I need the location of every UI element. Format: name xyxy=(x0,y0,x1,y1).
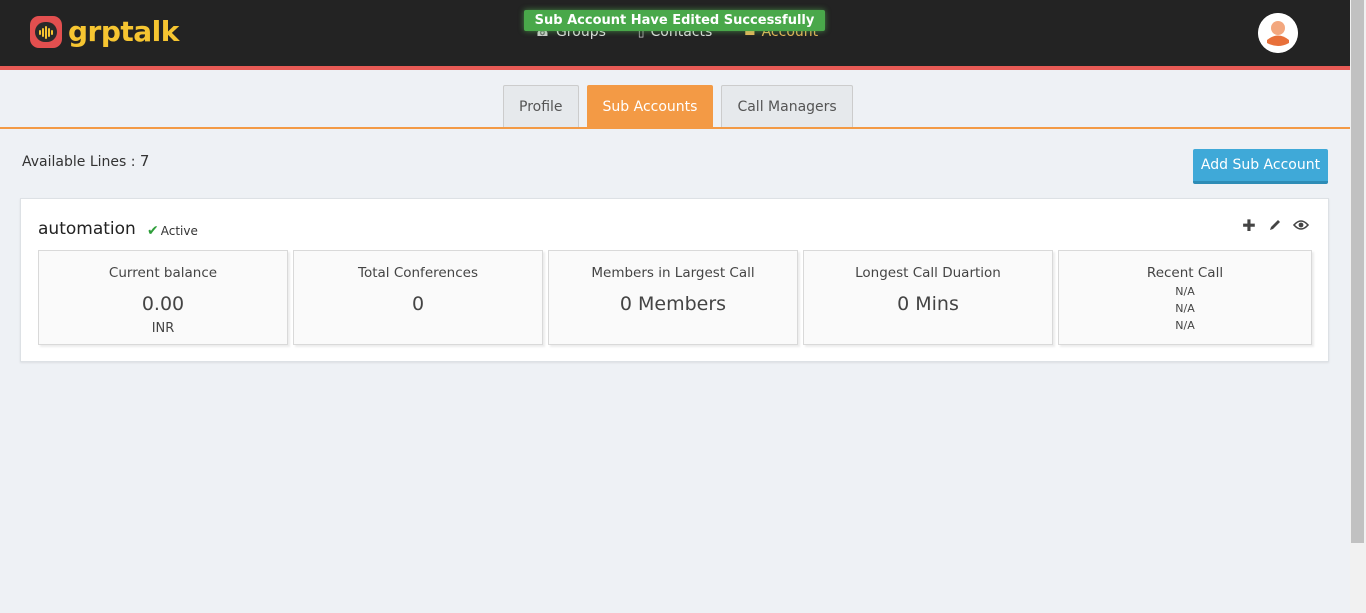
stat-longest-call-duration: Longest Call Duartion 0 Mins xyxy=(803,250,1053,345)
recent-call-line: N/A xyxy=(1175,319,1195,332)
recent-call-line: N/A xyxy=(1175,285,1195,298)
user-avatar[interactable] xyxy=(1258,13,1298,53)
account-tabs: Profile Sub Accounts Call Managers xyxy=(503,85,853,128)
recent-call-line: N/A xyxy=(1175,302,1195,315)
stat-recent-call: Recent Call N/A N/A N/A xyxy=(1058,250,1312,345)
user-icon xyxy=(1258,13,1298,53)
scrollbar-thumb[interactable] xyxy=(1351,0,1364,543)
available-lines-sep: : xyxy=(130,154,136,170)
tab-profile[interactable]: Profile xyxy=(503,85,579,128)
stat-total-conferences: Total Conferences 0 xyxy=(293,250,543,345)
available-lines: Available Lines : 7 xyxy=(22,152,149,170)
available-lines-value: 7 xyxy=(139,152,150,170)
header-divider xyxy=(0,66,1350,70)
logo-text: grptalk xyxy=(68,15,179,48)
stat-value: 0.00 xyxy=(141,293,185,315)
stat-title: Recent Call xyxy=(1146,265,1224,281)
status-badge: ✔ Active xyxy=(147,223,198,239)
success-toast: Sub Account Have Edited Successfully xyxy=(524,10,825,31)
logo-icon xyxy=(30,16,62,48)
status-label: Active xyxy=(160,224,198,238)
tab-call-managers[interactable]: Call Managers xyxy=(721,85,853,128)
stat-title: Members in Largest Call xyxy=(591,265,755,281)
sub-account-card: automation ✔ Active ✚ Current balance 0.… xyxy=(20,198,1329,362)
account-name: automation xyxy=(38,219,136,239)
stat-title: Current balance xyxy=(108,265,218,281)
stat-title: Longest Call Duartion xyxy=(855,265,1001,281)
view-icon[interactable] xyxy=(1293,217,1309,233)
edit-icon[interactable] xyxy=(1267,217,1283,233)
stat-members-largest-call: Members in Largest Call 0 Members xyxy=(548,250,798,345)
stat-unit: INR xyxy=(151,321,175,336)
card-actions: ✚ xyxy=(1241,216,1309,235)
check-icon: ✔ xyxy=(147,223,159,239)
add-icon[interactable]: ✚ xyxy=(1241,216,1257,235)
available-lines-label: Available Lines xyxy=(22,154,127,170)
stat-value: 0 Members xyxy=(619,293,727,315)
stat-value: 0 Mins xyxy=(897,293,959,315)
stat-title: Total Conferences xyxy=(358,265,478,281)
stat-current-balance: Current balance 0.00 INR xyxy=(38,250,288,345)
tab-underline xyxy=(0,127,1350,129)
stat-value: 0 xyxy=(411,293,425,315)
tab-sub-accounts[interactable]: Sub Accounts xyxy=(586,85,714,128)
add-sub-account-button[interactable]: Add Sub Account xyxy=(1193,149,1328,184)
logo[interactable]: grptalk xyxy=(30,16,179,48)
